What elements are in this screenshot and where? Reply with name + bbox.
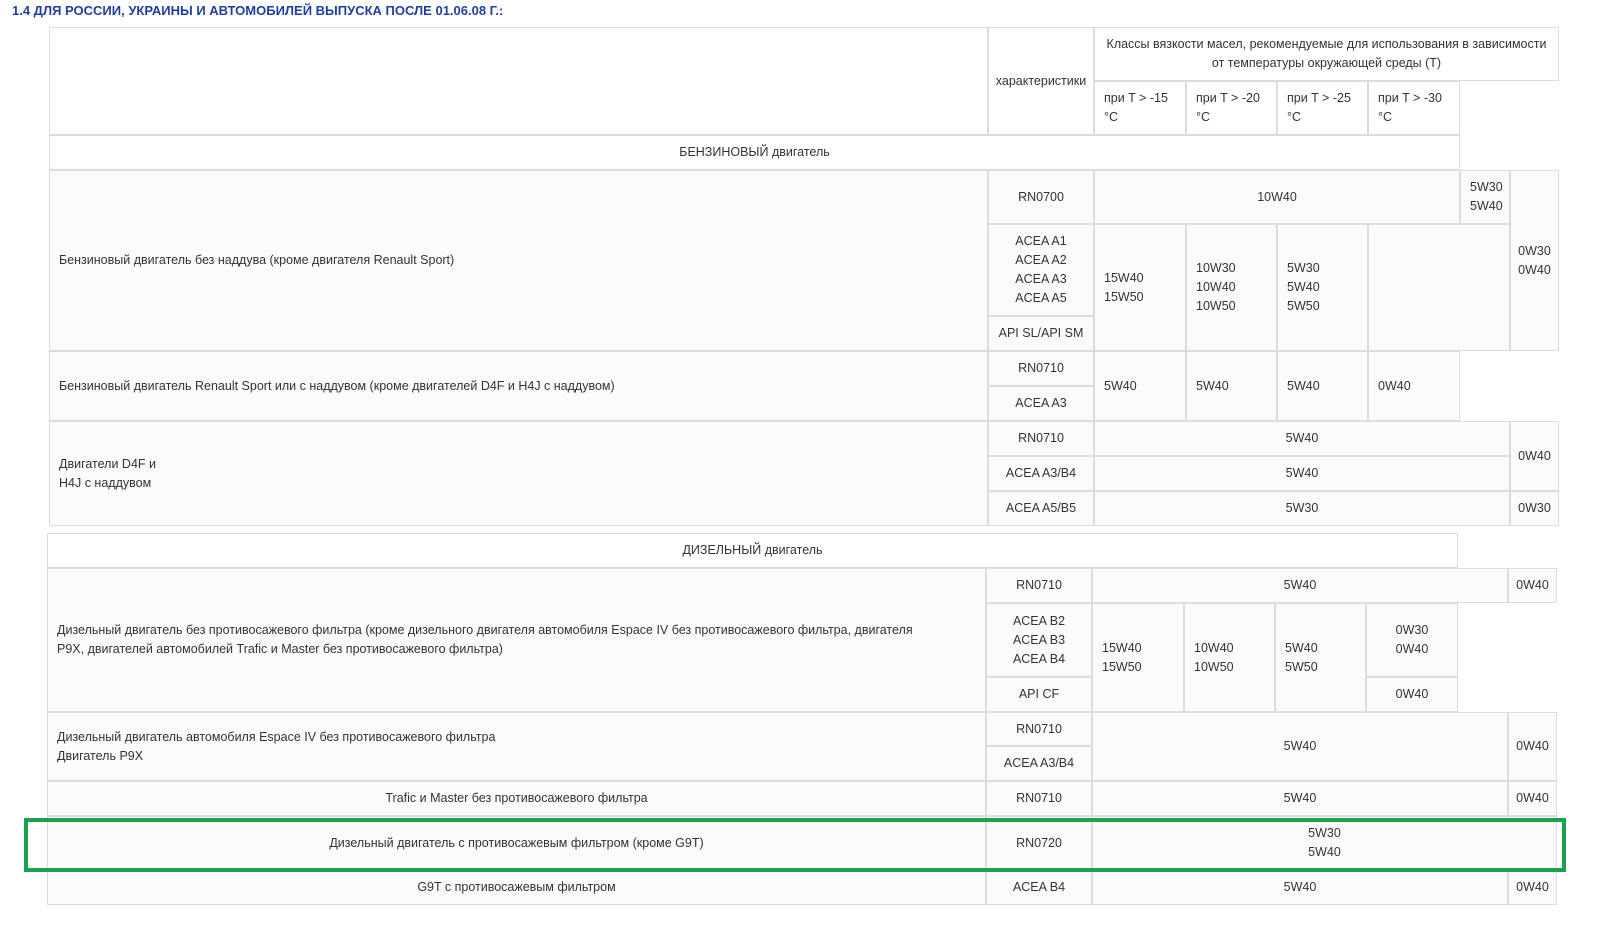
header-blank-cell: [49, 27, 988, 135]
oil-5w40: 5W40: [1092, 568, 1508, 603]
oil-t20: 5W40: [1186, 351, 1277, 421]
oil-t30-empty: [1368, 224, 1510, 351]
spec-api-sl-sm: API SL/API SM: [988, 316, 1094, 351]
header-viscosity-title: Классы вязкости масел, рекомендуемые для…: [1094, 27, 1559, 81]
oil-0w40: 0W40: [1508, 712, 1557, 781]
oil-5w30-5w40: 5W30 5W40: [1092, 816, 1557, 870]
spec-rn0710: RN0710: [988, 351, 1094, 386]
oil-0w30: 0W30: [1510, 491, 1559, 526]
oil-5w30-5w40: 5W30 5W40: [1460, 170, 1510, 224]
row-name-petrol-na: Бензиновый двигатель без наддува (кроме …: [49, 170, 988, 351]
oil-10w40: 10W40: [1094, 170, 1460, 224]
row-name-diesel-no-filter: Дизельный двигатель без противосажевого …: [47, 568, 986, 712]
spec-acea-a3b4: ACEA A3/B4: [986, 746, 1092, 781]
oil-0w40: 0W40: [1508, 781, 1557, 816]
section-diesel: ДИЗЕЛЬНЫЙ двигатель: [47, 533, 1458, 568]
oil-0w40: 0W40: [1508, 870, 1557, 905]
oil-t30-a: 0W30 0W40: [1366, 603, 1458, 677]
oil-0w30-0w40: 0W30 0W40: [1510, 170, 1559, 351]
oil-5w30: 5W30: [1094, 491, 1510, 526]
spec-rn0710: RN0710: [986, 568, 1092, 603]
header-characteristics: характеристики: [988, 27, 1094, 135]
page-title: 1.4 ДЛЯ РОССИИ, УКРАИНЫ И АВТОМОБИЛЕЙ ВЫ…: [12, 3, 504, 18]
row-name-trafic-master: Trafic и Master без противосажевого филь…: [47, 781, 986, 816]
spec-acea-a3b4: ACEA A3/B4: [988, 456, 1094, 491]
header-temp-25: при T > -25 °C: [1277, 81, 1368, 135]
oil-5w40: 5W40: [1092, 870, 1508, 905]
oil-t25: 5W40 5W50: [1275, 603, 1366, 712]
row-name-espace-p9x: Дизельный двигатель автомобиля Espace IV…: [47, 712, 986, 781]
spec-acea-a: ACEA A1 ACEA A2 ACEA A3 ACEA A5: [988, 224, 1094, 316]
oil-t25: 5W30 5W40 5W50: [1277, 224, 1368, 351]
spec-rn0710: RN0710: [986, 712, 1092, 746]
row-name-petrol-sport: Бензиновый двигатель Renault Sport или с…: [49, 351, 988, 421]
row-name-g9t: G9T с противосажевым фильтром: [47, 870, 986, 905]
oil-5w40: 5W40: [1092, 712, 1508, 781]
oil-t30: 0W40: [1368, 351, 1460, 421]
spec-api-cf: API CF: [986, 677, 1092, 712]
oil-0w40: 0W40: [1508, 568, 1557, 603]
oil-t15: 15W40 15W50: [1092, 603, 1184, 712]
oil-t20: 10W40 10W50: [1184, 603, 1275, 712]
header-temp-15: при T > -15 °C: [1094, 81, 1186, 135]
oil-t20: 10W30 10W40 10W50: [1186, 224, 1277, 351]
spec-rn0710: RN0710: [986, 781, 1092, 816]
oil-t15: 15W40 15W50: [1094, 224, 1186, 351]
spec-acea-b4: ACEA B4: [986, 870, 1092, 905]
spec-acea-a5b5: ACEA A5/B5: [988, 491, 1094, 526]
oil-t15: 5W40: [1094, 351, 1186, 421]
header-temp-30: при T > -30 °C: [1368, 81, 1460, 135]
oil-5w40: 5W40: [1094, 421, 1510, 456]
row-name-d4f-h4j: Двигатели D4F и H4J с наддувом: [49, 421, 988, 526]
spec-rn0710: RN0710: [988, 421, 1094, 456]
section-petrol: БЕНЗИНОВЫЙ двигатель: [49, 135, 1460, 170]
spec-rn0720: RN0720: [986, 816, 1092, 870]
oil-5w40: 5W40: [1094, 456, 1510, 491]
spec-acea-a3: ACEA A3: [988, 386, 1094, 421]
header-temp-20: при T > -20 °C: [1186, 81, 1277, 135]
oil-0w40: 0W40: [1510, 421, 1559, 491]
spec-rn0700: RN0700: [988, 170, 1094, 224]
row-name-diesel-dpf: Дизельный двигатель с противосажевым фил…: [47, 816, 986, 870]
oil-t30-b: 0W40: [1366, 677, 1458, 712]
oil-t25: 5W40: [1277, 351, 1368, 421]
spec-acea-b: ACEA B2 ACEA B3 ACEA B4: [986, 603, 1092, 677]
oil-5w40: 5W40: [1092, 781, 1508, 816]
